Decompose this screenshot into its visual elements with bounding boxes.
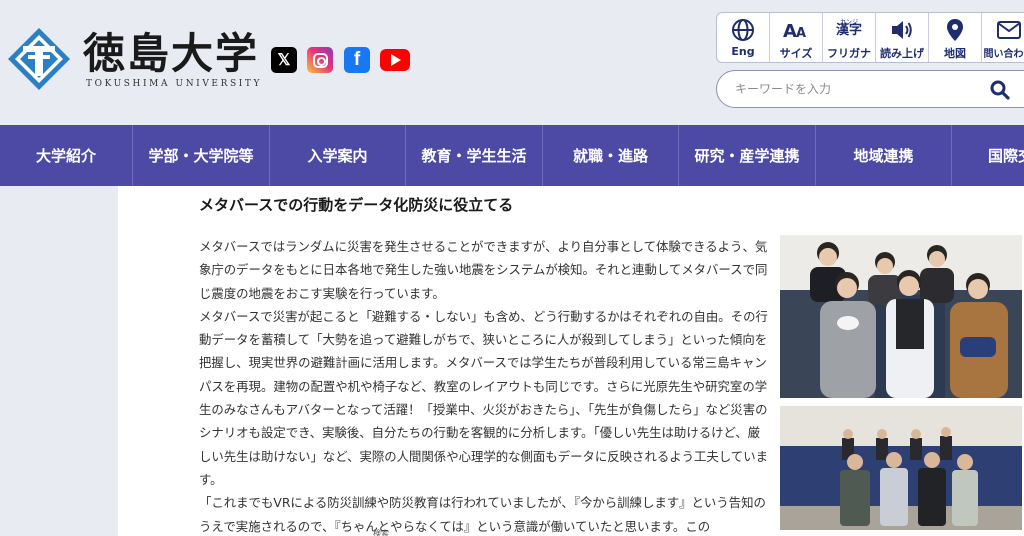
search-input[interactable]: [735, 79, 975, 99]
tool-english-label: Eng: [731, 45, 755, 58]
tool-read-aloud-label: 読み上げ: [880, 47, 924, 60]
university-logo-icon[interactable]: [6, 26, 72, 92]
furigana-icon: カンジ 漢字: [836, 17, 862, 43]
article-paragraph: メタバースではランダムに災害を発生させることができますが、より自分事として体験で…: [199, 239, 768, 301]
university-name-en: TOKUSHIMA UNIVERSITY: [86, 79, 263, 89]
furigana-ruby: カンジ: [839, 18, 858, 26]
site-header: 徳島大学 TOKUSHIMA UNIVERSITY 𝕏 f Eng AA サイズ…: [0, 0, 1024, 125]
nav-about[interactable]: 大学紹介: [0, 125, 133, 186]
x-icon[interactable]: 𝕏: [271, 47, 297, 73]
tool-read-aloud[interactable]: 読み上げ: [876, 13, 929, 62]
tool-contact[interactable]: 問い合わせ: [982, 13, 1024, 62]
tool-furigana-label: フリガナ: [827, 47, 871, 60]
nav-admissions[interactable]: 入学案内: [270, 125, 406, 186]
tool-english[interactable]: Eng: [717, 13, 770, 62]
mail-icon: [996, 17, 1021, 43]
instagram-icon[interactable]: [307, 47, 333, 73]
article-body: メタバースではランダムに災害を発生させることができますが、より自分事として体験で…: [199, 235, 769, 536]
globe-icon: [731, 17, 755, 43]
tool-map-label: 地図: [944, 47, 966, 60]
students-photo: [780, 235, 1022, 398]
nav-education[interactable]: 教育・学生生活: [406, 125, 543, 186]
utility-toolbar: Eng AA サイズ カンジ 漢字 フリガナ 読み上げ 地図 問い合わ: [716, 12, 1024, 63]
left-sidebar: [0, 186, 118, 536]
search-icon: [990, 80, 1010, 100]
nav-international[interactable]: 国際交: [952, 125, 1024, 186]
article-paragraph: メタバースで災害が起こると「避難する・しない」も含め、どう行動するかはそれぞれの…: [199, 308, 768, 487]
nav-research[interactable]: 研究・産学連携: [679, 125, 816, 186]
tool-contact-label: 問い合わせ: [983, 49, 1024, 60]
tool-furigana[interactable]: カンジ 漢字 フリガナ: [823, 13, 876, 62]
nav-faculties[interactable]: 学部・大学院等: [133, 125, 270, 186]
article-paragraph: 「これまでもVRによる防災訓練や防災教育は行われていましたが、『今から訓練します…: [199, 495, 766, 534]
search-box: [716, 70, 1024, 108]
speaker-icon: [890, 17, 914, 43]
nav-career[interactable]: 就職・進路: [543, 125, 679, 186]
search-button[interactable]: [987, 77, 1013, 103]
svg-text:A: A: [783, 21, 797, 41]
tool-map[interactable]: 地図: [929, 13, 982, 62]
metaverse-avatars-image: [780, 406, 1022, 530]
youtube-icon[interactable]: [380, 49, 410, 71]
nav-community[interactable]: 地域連携: [816, 125, 952, 186]
article-heading: メタバースでの行動をデータ化防災に役立てる: [199, 196, 514, 214]
font-size-icon: AA: [783, 17, 809, 43]
cursor-tooltip: 検索: [373, 529, 389, 536]
global-nav: 大学紹介 学部・大学院等 入学案内 教育・学生生活 就職・進路 研究・産学連携 …: [0, 125, 1024, 186]
facebook-icon[interactable]: f: [344, 47, 370, 73]
map-pin-icon: [944, 17, 966, 43]
svg-text:A: A: [796, 26, 806, 41]
university-name[interactable]: 徳島大学: [83, 30, 259, 78]
tool-font-size-label: サイズ: [779, 47, 813, 60]
tool-font-size[interactable]: AA サイズ: [770, 13, 823, 62]
